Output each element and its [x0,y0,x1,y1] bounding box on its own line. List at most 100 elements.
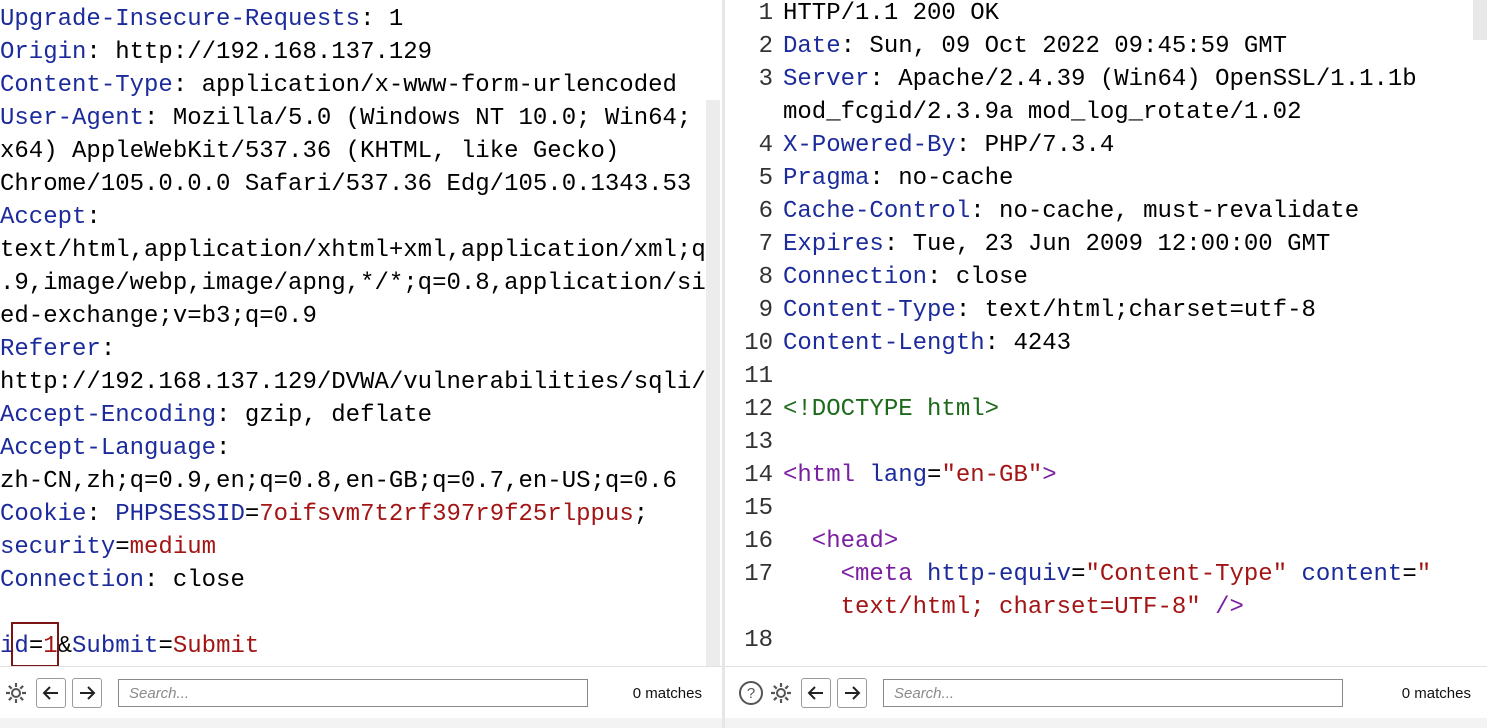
token: mod_fcgid/2.3.9a mod_log_rotate/1.02 [783,99,1302,126]
back-button[interactable] [36,678,66,708]
request-search-input[interactable] [118,679,588,707]
line-number: 10 [744,330,773,357]
token: : PHP/7.3.4 [955,132,1115,159]
token: Date [783,33,841,60]
token: : no-cache, must-revalidate [970,198,1360,225]
line-number [725,591,783,624]
response-scrollbar[interactable] [1473,0,1487,40]
back-button[interactable] [801,678,831,708]
line-number: 9 [758,297,773,324]
line-number: 8 [758,264,773,291]
request-search-bar: 0 matches [0,666,722,719]
token: User-Agent [0,105,145,132]
response-line-text [783,360,1473,393]
token: : gzip, deflate [216,402,433,429]
response-line-text: HTTP/1.1 200 OK [783,0,1473,30]
token: : text/html;charset=utf-8 [955,297,1316,324]
token: Expires [783,231,884,258]
response-search-bar: ? 0 matches [725,666,1487,719]
request-line: Accept-Language: [0,432,705,465]
token: : http://192.168.137.129 [86,39,433,66]
request-line-text: zh-CN,zh;q=0.9,en;q=0.8,en-GB;q=0.7,en-U… [0,465,705,498]
response-line-text: <head> [783,525,1473,558]
token: = [244,501,260,528]
request-line-text: id=1&Submit=Submit [0,630,705,663]
response-line-text: X-Powered-By: PHP/7.3.4 [783,129,1473,162]
response-line: 4 X-Powered-By: PHP/7.3.4 [725,129,1473,162]
line-number: 3 [758,66,773,93]
response-line: 10 Content-Length: 4243 [725,327,1473,360]
request-line: x64) AppleWebKit/537.36 (KHTML, like Gec… [0,135,705,168]
forward-button[interactable] [837,678,867,708]
token: lang [869,462,928,489]
response-line-text: <!DOCTYPE html> [783,393,1473,426]
token: : close [927,264,1028,291]
request-line-text: Accept: [0,201,705,234]
request-line: Content-Type: application/x-www-form-url… [0,69,705,102]
response-line-text: <meta http-equiv="Content-Type" content=… [783,558,1473,591]
token: : Tue, 23 Jun 2009 12:00:00 GMT [883,231,1331,258]
request-line-text: Origin: http://192.168.137.129 [0,36,705,69]
request-line-text: ed-exchange;v=b3;q=0.9 [0,300,705,333]
token: medium [129,534,217,561]
request-line: Cookie: PHPSESSID=7oifsvm7t2rf397r9f25rl… [0,498,705,531]
line-number: 11 [744,363,773,390]
line-number: 2 [758,33,773,60]
help-icon[interactable]: ? [737,679,765,707]
request-line: Origin: http://192.168.137.129 [0,36,705,69]
token: security [0,534,116,561]
token: = [1071,561,1086,588]
line-number: 7 [758,231,773,258]
request-line [0,597,705,630]
request-line: zh-CN,zh;q=0.9,en;q=0.8,en-GB;q=0.7,en-U… [0,465,705,498]
request-line: text/html,application/xhtml+xml,applicat… [0,234,705,267]
token: Server [783,66,870,93]
gear-icon[interactable] [2,679,30,707]
token: : [86,501,116,528]
token: : 4243 [984,330,1072,357]
token: x64) AppleWebKit/537.36 (KHTML, like Gec… [0,138,620,165]
response-line-text: Server: Apache/2.4.39 (Win64) OpenSSL/1.… [783,63,1473,96]
arrow-right-icon [845,686,861,700]
request-scrollbar[interactable] [706,100,720,666]
token: Upgrade-Insecure-Requests [0,6,361,33]
response-line: 18 [725,624,1473,657]
request-line-text: x64) AppleWebKit/537.36 (KHTML, like Gec… [0,135,705,168]
token: 7oifsvm7t2rf397r9f25rlppus [259,501,634,528]
response-match-count: 0 matches [1401,684,1471,702]
token: Submit [172,633,260,660]
gear-icon[interactable] [767,679,795,707]
token: <meta [783,561,928,588]
response-editor[interactable]: 1 HTTP/1.1 200 OK 2 Date: Sun, 09 Oct 2022 … [725,0,1487,666]
response-line-text: Content-Length: 4243 [783,327,1473,360]
response-line-text: Date: Sun, 09 Oct 2022 09:45:59 GMT [783,30,1473,63]
response-line-text: mod_fcgid/2.3.9a mod_log_rotate/1.02 [783,96,1473,129]
response-bottom-strip [725,718,1487,728]
token: PHPSESSID [115,501,245,528]
token: Cookie [0,501,87,528]
line-number: 5 [758,165,773,192]
request-line-text: Accept-Language: [0,432,705,465]
response-line: 2 Date: Sun, 09 Oct 2022 09:45:59 GMT [725,30,1473,63]
request-line-text: Accept-Encoding: gzip, deflate [0,399,705,432]
response-line-text [783,492,1473,525]
response-line: 9 Content-Type: text/html;charset=utf-8 [725,294,1473,327]
response-line: 15 [725,492,1473,525]
token: : Mozilla/5.0 (Windows NT 10.0; Win64; [144,105,692,132]
request-line: User-Agent: Mozilla/5.0 (Windows NT 10.0… [0,102,705,135]
request-editor[interactable]: Upgrade-Insecure-Requests: 1 Origin: http… [0,0,722,666]
line-number: 12 [744,396,773,423]
token: Submit [72,633,159,660]
response-line-text: Pragma: no-cache [783,162,1473,195]
line-number: 15 [744,495,773,522]
token: ; [633,501,649,528]
token: Accept-Language [0,435,217,462]
token: text/html,application/xhtml+xml,applicat… [0,237,705,264]
token: content [1301,561,1403,588]
response-search-input[interactable] [883,679,1343,707]
token: Chrome/105.0.0.0 Safari/537.36 Edg/105.0… [0,171,692,198]
forward-button[interactable] [72,678,102,708]
line-number: 13 [744,429,773,456]
line-number: 4 [758,132,773,159]
